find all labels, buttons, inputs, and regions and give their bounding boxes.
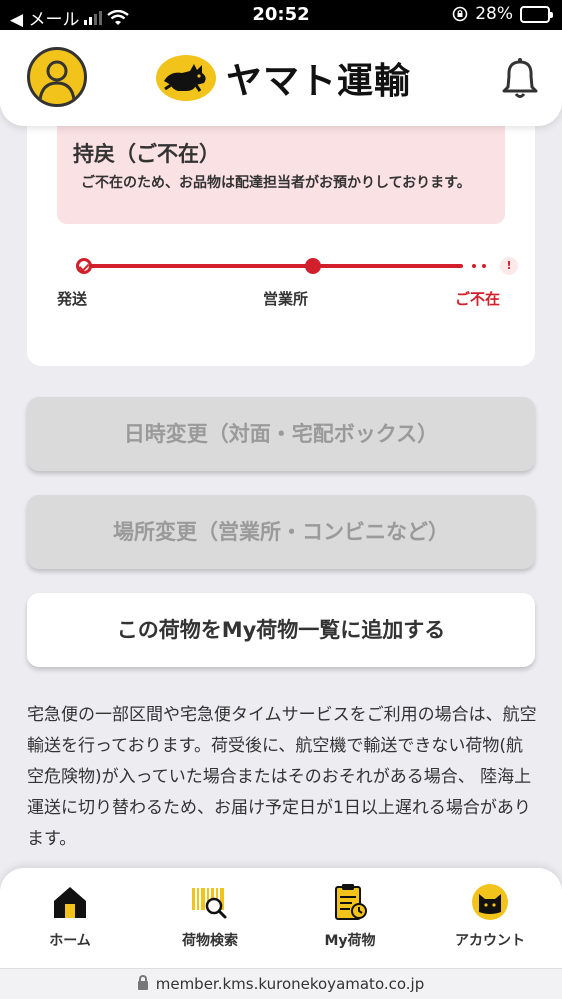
add-to-my-packages-button[interactable]: この荷物をMy荷物一覧に追加する: [27, 593, 535, 667]
logo-wordmark: ヤマト運輸: [226, 61, 412, 102]
air-transport-info: 宅急便の一部区間や宅急便タイムサービスをご利用の場合は、航空輸送を行っております…: [27, 705, 537, 849]
orientation-lock-icon: [452, 6, 468, 22]
black-cat-logo-icon: [156, 55, 216, 101]
browser-url-bar[interactable]: member.kms.kuronekoyamato.co.jp: [0, 968, 562, 999]
cat-account-icon: [470, 882, 510, 922]
step-absent-alert-icon: !: [500, 257, 518, 275]
lock-icon: [137, 975, 148, 990]
user-avatar-icon[interactable]: [27, 47, 87, 107]
delivery-progress: !: [76, 254, 523, 276]
progress-track: [83, 264, 463, 268]
notice-title: 持戻（ご不在）: [73, 142, 220, 166]
change-place-button[interactable]: 場所変更（営業所・コンビニなど）: [27, 495, 535, 569]
tab-label-home: ホーム: [49, 933, 91, 949]
bottom-tab-bar: ホーム 荷物検索 My荷物 アカウント: [0, 868, 562, 968]
battery-icon: [520, 5, 553, 23]
tab-my-packages[interactable]: My荷物: [290, 882, 410, 950]
step-shipped-check-icon: [76, 258, 92, 274]
step-label-office: 営業所: [263, 290, 309, 308]
clipboard-icon: [330, 882, 370, 922]
tab-label-my-packages: My荷物: [324, 933, 376, 949]
tab-account[interactable]: アカウント: [430, 882, 550, 950]
step-label-shipped: 発送: [57, 290, 88, 308]
absence-notice: 持戻（ご不在） ご不在のため、お品物は配達担当者がお預かりしております。: [57, 126, 505, 224]
tab-label-package-search: 荷物検索: [182, 933, 238, 949]
tab-package-search[interactable]: 荷物検索: [150, 882, 270, 950]
progress-dots: [472, 264, 486, 268]
step-office-dot: [305, 258, 321, 274]
battery-percent: 28%: [475, 4, 513, 24]
app-header: ヤマト運輸: [0, 30, 562, 126]
status-right: 28%: [452, 4, 553, 24]
tracking-status-card: 持戻（ご不在） ご不在のため、お品物は配達担当者がお預かりしております。 ! 発…: [27, 116, 535, 366]
notification-bell-icon[interactable]: [500, 56, 540, 100]
change-datetime-button[interactable]: 日時変更（対面・宅配ボックス）: [27, 397, 535, 471]
tab-home[interactable]: ホーム: [10, 882, 130, 950]
barcode-search-icon: [190, 882, 230, 922]
tab-label-account: アカウント: [455, 933, 525, 949]
status-bar: ◀ メール 20:52 28%: [0, 0, 562, 30]
home-icon: [50, 882, 90, 922]
step-label-absent: ご不在: [455, 290, 501, 308]
yamato-logo[interactable]: ヤマト運輸: [156, 52, 411, 104]
url-text: member.kms.kuronekoyamato.co.jp: [155, 975, 425, 993]
notice-body: ご不在のため、お品物は配達担当者がお預かりしております。: [81, 175, 471, 191]
